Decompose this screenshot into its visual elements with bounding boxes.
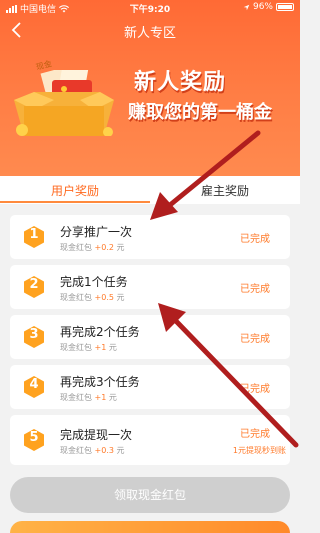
reward-unit: 元 (108, 393, 117, 402)
task-status: 已完成 (240, 284, 270, 295)
reward-amount: +0.3 (94, 446, 114, 455)
task-status: 已完成 (240, 384, 270, 395)
reward-unit: 元 (116, 293, 125, 302)
reward-amount: +0.5 (94, 293, 114, 302)
task-status: 已完成 (240, 234, 270, 245)
task-title: 分享推广一次 (60, 225, 133, 239)
reward-unit: 元 (116, 446, 125, 455)
task-title: 完成1个任务 (60, 275, 128, 289)
task-status: 已完成 (240, 334, 270, 345)
task-reward: 现金红包 +0.3 元 (60, 445, 125, 456)
banner-subtitle: 赚取您的第一桶金 (128, 102, 272, 123)
reward-label: 现金红包 (60, 293, 92, 302)
tab-employer-rewards[interactable]: 雇主奖励 (150, 182, 300, 199)
reward-unit: 元 (108, 343, 117, 352)
active-tab-indicator (0, 201, 150, 203)
bottom-banner-strip (10, 521, 290, 533)
task-status: 已完成 (240, 429, 270, 440)
gift-box-illustration (14, 70, 114, 136)
task-card[interactable]: 5 完成提现一次 现金红包 +0.3 元 已完成 1元提现秒到账 (10, 415, 290, 465)
status-bar: 中国电信 下午9:20 96% (0, 0, 300, 16)
task-number: 1 (29, 227, 39, 242)
reward-label: 现金红包 (60, 243, 92, 252)
tab-user-rewards[interactable]: 用户奖励 (0, 182, 150, 199)
location-icon (243, 4, 250, 10)
task-reward: 现金红包 +1 元 (60, 392, 117, 403)
header-banner: 中国电信 下午9:20 96% 新人专区 现金 新人奖励 赚取您的第一桶金 (0, 0, 300, 176)
tab-bar: 用户奖励 雇主奖励 (0, 176, 300, 204)
page-title: 新人专区 (123, 26, 176, 41)
task-number: 4 (29, 377, 39, 392)
reward-label: 现金红包 (60, 393, 92, 402)
claim-cash-button[interactable]: 领取现金红包 (10, 477, 290, 513)
reward-unit: 元 (116, 243, 125, 252)
task-title: 再完成3个任务 (60, 375, 140, 389)
reward-amount: +1 (94, 343, 107, 352)
task-card[interactable]: 3 再完成2个任务 现金红包 +1 元 已完成 (10, 315, 290, 359)
task-title: 再完成2个任务 (60, 325, 140, 339)
task-note: 1元提现秒到账 (232, 446, 286, 455)
reward-amount: +1 (94, 393, 107, 402)
task-title: 完成提现一次 (60, 428, 133, 442)
task-number: 5 (29, 430, 39, 445)
task-reward: 现金红包 +0.2 元 (60, 242, 125, 253)
reward-amount: +0.2 (94, 243, 114, 252)
banner-title: 新人奖励 (134, 70, 227, 95)
task-card[interactable]: 2 完成1个任务 现金红包 +0.5 元 已完成 (10, 265, 290, 309)
nav-bar: 新人专区 (0, 18, 300, 44)
task-card[interactable]: 4 再完成3个任务 现金红包 +1 元 已完成 (10, 365, 290, 409)
task-number: 3 (29, 327, 39, 342)
reward-label: 现金红包 (60, 343, 92, 352)
task-card[interactable]: 1 分享推广一次 现金红包 +0.2 元 已完成 (10, 215, 290, 259)
battery-icon (276, 3, 294, 11)
task-reward: 现金红包 +0.5 元 (60, 292, 125, 303)
task-number: 2 (29, 277, 39, 292)
task-reward: 现金红包 +1 元 (60, 342, 117, 353)
battery-percent: 96% (252, 2, 273, 12)
reward-label: 现金红包 (60, 446, 92, 455)
